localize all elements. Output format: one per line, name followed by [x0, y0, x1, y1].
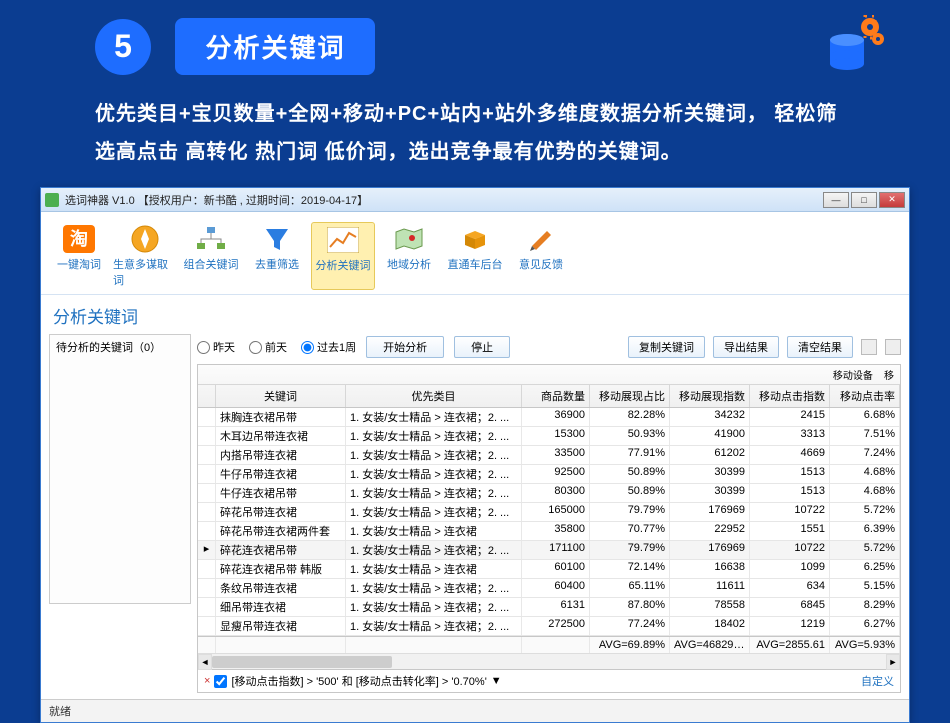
- svg-text:淘: 淘: [70, 228, 88, 249]
- titlebar: 选词神器 V1.0 【授权用户：新书酷 , 过期时间：2019-04-17】 —…: [41, 188, 909, 212]
- section-title: 分析关键词: [41, 295, 909, 334]
- app-icon: [45, 193, 59, 207]
- table-row[interactable]: 碎花吊带连衣裙两件套1. 女装/女士精品 > 连衣裙3580070.77%229…: [198, 522, 900, 541]
- table-row[interactable]: 内搭吊带连衣裙1. 女装/女士精品 > 连衣裙；2. ...3350077.91…: [198, 446, 900, 465]
- filter-expression: [移动点击指数] > '500' 和 [移动点击转化率] > '0.70%': [231, 673, 486, 689]
- scroll-thumb[interactable]: [212, 656, 392, 668]
- column-group-mobile: 移动设备 移: [198, 365, 900, 385]
- table-row[interactable]: ▸碎花连衣裙吊带1. 女装/女士精品 > 连衣裙；2. ...17110079.…: [198, 541, 900, 560]
- minimize-button[interactable]: —: [823, 192, 849, 208]
- filter-checkbox[interactable]: [214, 675, 227, 688]
- stop-button[interactable]: 停止: [454, 336, 510, 358]
- filter-custom-link[interactable]: 自定义: [861, 673, 894, 689]
- window-title: 选词神器 V1.0 【授权用户：新书酷 , 过期时间：2019-04-17】: [65, 192, 368, 208]
- col-click-index[interactable]: 移动点击指数: [750, 385, 830, 407]
- table-row[interactable]: 条纹吊带连衣裙1. 女装/女士精品 > 连衣裙；2. ...6040065.11…: [198, 579, 900, 598]
- col-category[interactable]: 优先类目: [346, 385, 522, 407]
- toolbar-item-feedback[interactable]: 意见反馈: [509, 222, 573, 290]
- col-keyword[interactable]: 关键词: [216, 385, 346, 407]
- table-row[interactable]: 细吊带连衣裙1. 女装/女士精品 > 连衣裙；2. ...613187.80%7…: [198, 598, 900, 617]
- description-text: 优先类目+宝贝数量+全网+移动+PC+站内+站外多维度数据分析关键词， 轻松筛选…: [0, 85, 950, 187]
- close-button[interactable]: ✕: [879, 192, 905, 208]
- table-row[interactable]: 牛仔吊带连衣裙1. 女装/女士精品 > 连衣裙；2. ...9250050.89…: [198, 465, 900, 484]
- radio-lastweek[interactable]: 过去1周: [301, 339, 356, 355]
- results-grid[interactable]: 移动设备 移 关键词 优先类目 商品数量 移动展现占比 移动展现指数 移动点击指…: [197, 364, 901, 670]
- table-row[interactable]: 碎花连衣裙吊带 韩版1. 女装/女士精品 > 连衣裙6010072.14%166…: [198, 560, 900, 579]
- step-badge: 5: [95, 19, 151, 75]
- pencil-icon: [524, 224, 558, 254]
- col-click-rate[interactable]: 移动点击率: [830, 385, 900, 407]
- table-row[interactable]: 抹胸连衣裙吊带1. 女装/女士精品 > 连衣裙；2. ...3690082.28…: [198, 408, 900, 427]
- clear-results-button[interactable]: 清空结果: [787, 336, 853, 358]
- horizontal-scrollbar[interactable]: ◄ ►: [198, 653, 900, 669]
- pending-keywords-panel: 待分析的关键词（0）: [49, 334, 191, 604]
- toolbar-item-region[interactable]: 地域分析: [377, 222, 441, 290]
- scroll-right-arrow[interactable]: ►: [886, 654, 900, 670]
- col-impression-index[interactable]: 移动展现指数: [670, 385, 750, 407]
- tree-icon: [194, 224, 228, 254]
- page-title: 分析关键词: [175, 18, 375, 75]
- filter-close-icon[interactable]: ×: [204, 675, 210, 687]
- export-results-button[interactable]: 导出结果: [713, 336, 779, 358]
- app-window: 选词神器 V1.0 【授权用户：新书酷 , 过期时间：2019-04-17】 —…: [40, 187, 910, 723]
- box-icon: [458, 224, 492, 254]
- date-range-radios: 昨天 前天 过去1周: [197, 339, 356, 355]
- tao-icon: 淘: [62, 224, 96, 254]
- database-gear-icon: [825, 15, 885, 78]
- table-row[interactable]: 显瘦吊带连衣裙1. 女装/女士精品 > 连衣裙；2. ...27250077.2…: [198, 617, 900, 636]
- radio-daybefore[interactable]: 前天: [249, 339, 287, 355]
- avg-row: AVG=69.89% AVG=46829.12 AVG=2855.61 AVG=…: [198, 636, 900, 653]
- copy-keywords-button[interactable]: 复制关键词: [628, 336, 705, 358]
- filter-bar: × [移动点击指数] > '500' 和 [移动点击转化率] > '0.70%'…: [197, 670, 901, 693]
- start-analyze-button[interactable]: 开始分析: [366, 336, 444, 358]
- tool-icon-2[interactable]: [885, 339, 901, 355]
- radio-yesterday[interactable]: 昨天: [197, 339, 235, 355]
- scroll-left-arrow[interactable]: ◄: [198, 654, 212, 670]
- toolbar-item-combine[interactable]: 组合关键词: [179, 222, 243, 290]
- filter-dropdown-icon[interactable]: ▼: [491, 675, 502, 687]
- col-impression-ratio[interactable]: 移动展现占比: [590, 385, 670, 407]
- col-quantity[interactable]: 商品数量: [522, 385, 590, 407]
- main-toolbar: 淘 一键淘词 生意多谋取词 组合关键词 去重筛选 分析关键词 地域分析 直通车后…: [41, 212, 909, 295]
- chart-icon: [326, 225, 360, 255]
- funnel-icon: [260, 224, 294, 254]
- table-row[interactable]: 木耳边吊带连衣裙1. 女装/女士精品 > 连衣裙；2. ...1530050.9…: [198, 427, 900, 446]
- toolbar-item-filter[interactable]: 去重筛选: [245, 222, 309, 290]
- statusbar: 就绪: [41, 699, 909, 722]
- compass-icon: [128, 224, 162, 254]
- tool-icon-1[interactable]: [861, 339, 877, 355]
- maximize-button[interactable]: □: [851, 192, 877, 208]
- toolbar-item-analyze[interactable]: 分析关键词: [311, 222, 375, 290]
- table-row[interactable]: 碎花吊带连衣裙1. 女装/女士精品 > 连衣裙；2. ...16500079.7…: [198, 503, 900, 522]
- table-row[interactable]: 牛仔连衣裙吊带1. 女装/女士精品 > 连衣裙；2. ...8030050.89…: [198, 484, 900, 503]
- toolbar-item-shengyi[interactable]: 生意多谋取词: [113, 222, 177, 290]
- map-icon: [392, 224, 426, 254]
- toolbar-item-ztc[interactable]: 直通车后台: [443, 222, 507, 290]
- toolbar-item-taoword[interactable]: 淘 一键淘词: [47, 222, 111, 290]
